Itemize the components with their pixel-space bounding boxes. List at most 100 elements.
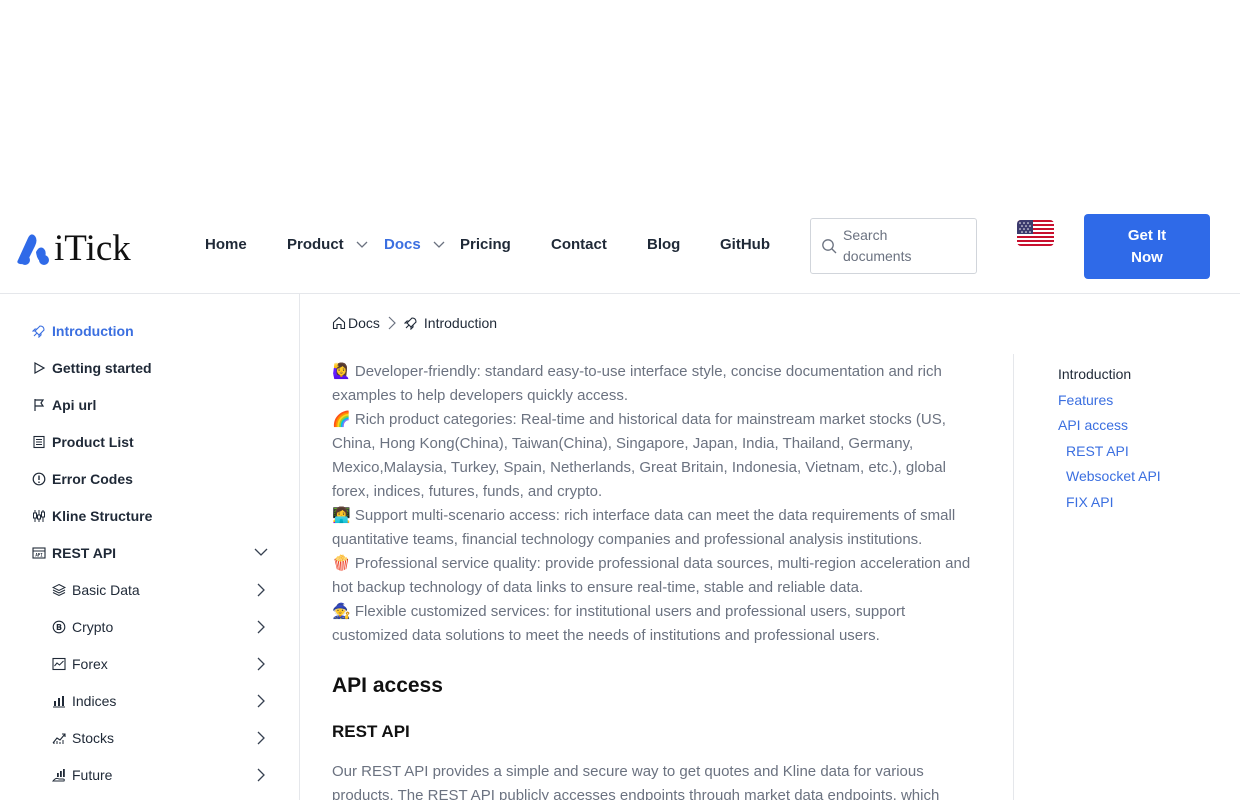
sidebar-subitem-label: Indices [72, 693, 117, 709]
bar-chart-icon [52, 694, 66, 708]
us-flag-icon[interactable] [1017, 220, 1054, 246]
sidebar-subitem-stocks[interactable]: Stocks [52, 728, 270, 748]
sidebar-item-error-codes[interactable]: Error Codes [32, 469, 272, 489]
chevron-right-icon [257, 731, 265, 745]
nav-docs[interactable]: Docs [384, 236, 445, 253]
feature-emoji: 🌈 [332, 411, 351, 428]
feature-text: Flexible customized services: for instit… [332, 603, 906, 644]
site-header: iTick Home Product Docs Pricing Contact … [0, 198, 1240, 294]
docs-sidebar: Introduction Getting started Api url Pro… [0, 294, 300, 800]
rest-api-paragraph: Our REST API provides a simple and secur… [332, 763, 940, 800]
candles-icon [32, 509, 46, 523]
breadcrumb: Docs Introduction [332, 314, 497, 332]
feature-item: 🌈 Rich product categories: Real-time and… [332, 408, 980, 504]
feature-list: 🙋‍♀️ Developer-friendly: standard easy-t… [332, 360, 980, 648]
sidebar-subitem-forex[interactable]: Forex [52, 654, 270, 674]
feature-text: Developer-friendly: standard easy-to-use… [332, 363, 942, 404]
feature-item: 🧙 Flexible customized services: for inst… [332, 600, 980, 648]
chevron-right-icon [388, 316, 396, 330]
rest-api-heading: REST API [332, 722, 410, 741]
nav-blog-label: Blog [647, 236, 681, 253]
feature-emoji: 🍿 [332, 555, 351, 572]
feature-emoji: 👩‍💻 [332, 507, 351, 524]
breadcrumb-docs[interactable]: Docs [348, 315, 380, 331]
toc-introduction[interactable]: Introduction [1058, 366, 1131, 382]
rocket-icon [403, 317, 417, 330]
play-icon [32, 361, 46, 375]
sidebar-subitem-label: Forex [72, 656, 108, 672]
search-input[interactable]: Search documents [810, 218, 977, 274]
feature-text: Rich product categories: Real-time and h… [332, 411, 946, 500]
chevron-down-icon [433, 241, 445, 248]
nav-github-label: GitHub [720, 236, 770, 253]
search-icon [822, 239, 837, 254]
nav-github[interactable]: GitHub [720, 236, 770, 253]
nav-blog[interactable]: Blog [647, 236, 680, 253]
chevron-right-icon [257, 620, 265, 634]
toc-features[interactable]: Features [1058, 392, 1113, 408]
sidebar-item-label: REST API [52, 545, 117, 561]
feature-text: Support multi-scenario access: rich inte… [332, 507, 956, 548]
nav-contact[interactable]: Contact [551, 236, 607, 253]
feature-text: Professional service quality: provide pr… [332, 555, 971, 596]
sidebar-item-getting-started[interactable]: Getting started [32, 358, 272, 378]
chevron-right-icon [257, 657, 265, 671]
nav-pricing-label: Pricing [460, 236, 511, 253]
sidebar-item-label: Product List [52, 434, 134, 450]
toc-rest-api[interactable]: REST API [1066, 443, 1129, 459]
sidebar-subitem-indices[interactable]: Indices [52, 691, 270, 711]
svg-text:B: B [56, 623, 62, 632]
toc-api-access[interactable]: API access [1058, 417, 1128, 433]
sidebar-subitem-label: Future [72, 767, 113, 783]
chart-box-icon [52, 657, 66, 671]
api-icon: API [32, 546, 46, 560]
nav-product-label: Product [287, 236, 344, 253]
chevron-right-icon [257, 694, 265, 708]
sidebar-subitem-future[interactable]: Future [52, 765, 270, 785]
nav-contact-label: Contact [551, 236, 607, 253]
sidebar-item-label: Kline Structure [52, 508, 153, 524]
feature-emoji: 🙋‍♀️ [332, 363, 351, 380]
sidebar-item-rest-api[interactable]: API REST API [32, 543, 272, 563]
get-it-now-button[interactable]: Get It Now [1084, 214, 1210, 279]
toc-websocket-api[interactable]: Websocket API [1066, 468, 1161, 484]
sidebar-item-label: Introduction [52, 323, 134, 339]
search-placeholder: Search documents [843, 227, 912, 264]
bitcoin-icon: B [52, 620, 66, 634]
chevron-right-icon [257, 583, 265, 597]
sidebar-subitem-label: Stocks [72, 730, 115, 746]
feature-emoji: 🧙 [332, 603, 351, 620]
feature-item: 🍿 Professional service quality: provide … [332, 552, 980, 600]
toc-fix-api[interactable]: FIX API [1066, 494, 1113, 510]
sidebar-item-api-url[interactable]: Api url [32, 395, 272, 415]
chevron-right-icon [257, 768, 265, 782]
sidebar-item-introduction[interactable]: Introduction [32, 321, 272, 341]
sidebar-item-kline-structure[interactable]: Kline Structure [32, 506, 272, 526]
home-icon [332, 316, 346, 330]
nav-home-label: Home [205, 236, 247, 253]
sidebar-item-product-list[interactable]: Product List [32, 432, 272, 452]
sidebar-item-label: Api url [52, 397, 97, 413]
alert-icon [32, 472, 46, 486]
logo[interactable]: iTick [14, 228, 131, 268]
brand-name: iTick [54, 227, 131, 269]
nav-pricing[interactable]: Pricing [460, 236, 511, 253]
sidebar-subitem-crypto[interactable]: B Crypto [52, 617, 270, 637]
logo-icon [17, 234, 49, 265]
breadcrumb-current: Introduction [423, 315, 498, 331]
flag-icon [32, 398, 46, 412]
sidebar-subitem-basic-data[interactable]: Basic Data [52, 580, 270, 600]
api-access-heading: API access [332, 674, 443, 697]
sidebar-item-label: Getting started [52, 360, 152, 376]
feature-item: 👩‍💻 Support multi-scenario access: rich … [332, 504, 980, 552]
nav-product[interactable]: Product [287, 236, 368, 253]
list-icon [32, 435, 46, 449]
cta-label: Get It Now [1127, 226, 1167, 266]
layers-icon [52, 583, 66, 597]
trend-icon [52, 731, 66, 745]
toc-divider [1013, 354, 1014, 800]
nav-home[interactable]: Home [205, 236, 247, 253]
feature-item: 🙋‍♀️ Developer-friendly: standard easy-t… [332, 360, 980, 408]
chevron-down-icon[interactable] [254, 548, 268, 557]
rocket-icon [32, 324, 46, 338]
